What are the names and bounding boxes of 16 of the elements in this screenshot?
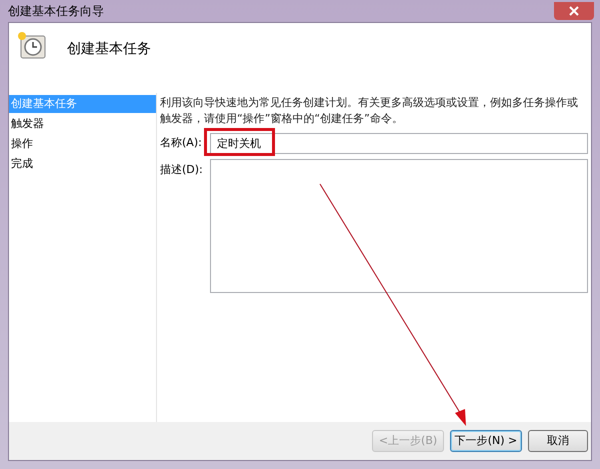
description-field[interactable] [210, 159, 588, 293]
clock-icon [17, 31, 47, 61]
window-title: 创建基本任务向导 [8, 3, 104, 20]
description-label: 描述(D): [160, 162, 204, 178]
close-icon [569, 6, 579, 16]
name-field[interactable]: 定时关机 [210, 133, 588, 154]
step-item[interactable]: 操作 [9, 135, 156, 153]
name-label: 名称(A): [160, 135, 203, 152]
step-item[interactable]: 完成 [9, 155, 156, 173]
wizard-button[interactable]: 下一步(N) > [450, 430, 522, 452]
annotation-frame [204, 128, 275, 156]
intro-text: 利用该向导快速地为常见任务创建计划。有关更多高级选项或设置，例如多任务操作或触发器，请使用“操作”窗格中的“创建任务”命令。 [160, 95, 579, 127]
step-item[interactable]: 触发器 [9, 115, 156, 133]
header-title: 创建基本任务 [67, 40, 151, 59]
wizard-button[interactable]: 取消 [528, 430, 588, 452]
close-button[interactable] [554, 2, 594, 20]
